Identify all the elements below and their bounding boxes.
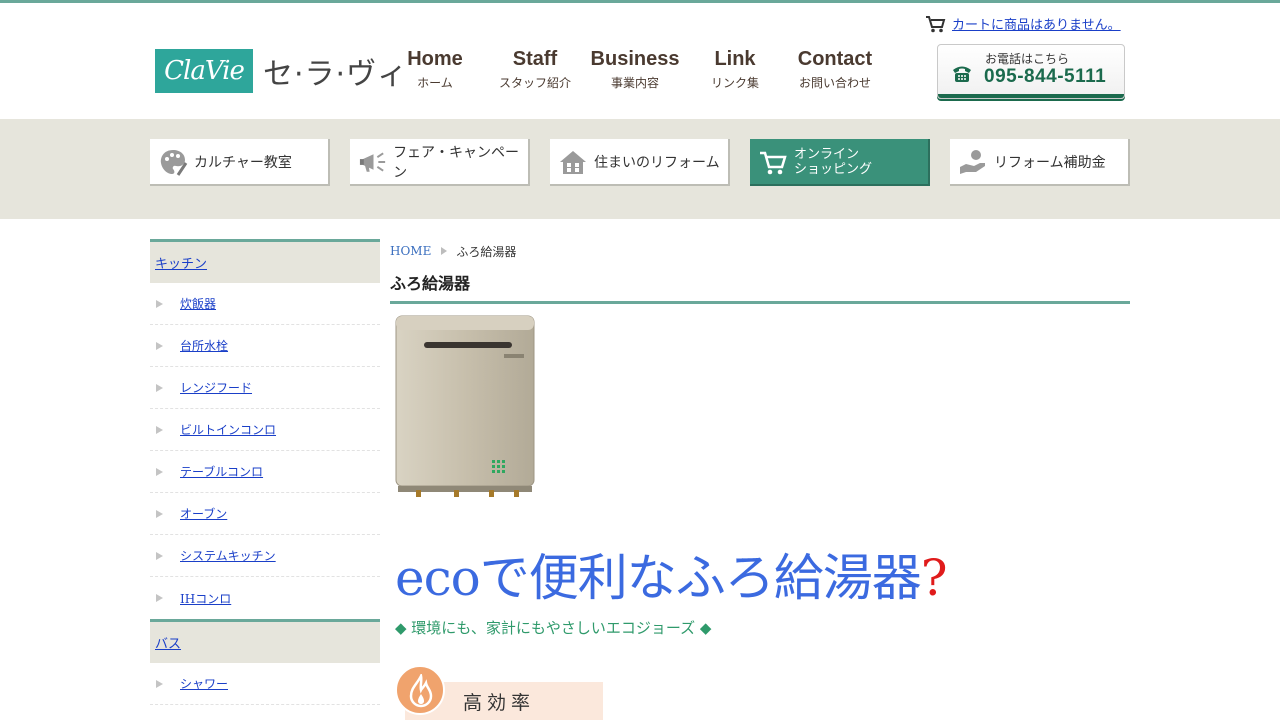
megaphone-icon bbox=[359, 151, 386, 172]
sidebar-heading-link[interactable]: バス bbox=[155, 633, 181, 652]
headline: ecoで便利なふろ給湯器? bbox=[395, 538, 948, 610]
category-label: オンライン ショッピング bbox=[794, 146, 873, 177]
category-reform-subsidy[interactable]: リフォーム補助金 bbox=[950, 139, 1130, 186]
sidebar-item: シャワー bbox=[150, 663, 380, 705]
arrow-right-icon bbox=[156, 551, 163, 560]
top-accent-rule bbox=[0, 0, 1280, 3]
cart-link[interactable]: カートに商品はありません。 bbox=[952, 14, 1121, 33]
breadcrumb-arrow-icon bbox=[441, 247, 448, 255]
breadcrumb-home[interactable]: HOME bbox=[390, 244, 431, 258]
cart-icon bbox=[926, 15, 946, 32]
sidebar-item: ビルトインコンロ bbox=[150, 409, 380, 451]
telephone-icon bbox=[953, 66, 971, 82]
sidebar-item-link[interactable]: 台所水栓 bbox=[180, 337, 228, 354]
sidebar: キッチン 炊飯器 台所水栓 レンジフード ビルトインコンロ テーブルコンロ オー… bbox=[150, 239, 380, 705]
nav-label-ja: 事業内容 bbox=[610, 76, 659, 90]
category-culture-class[interactable]: カルチャー教室 bbox=[150, 139, 330, 186]
flame-icon bbox=[409, 674, 433, 708]
sidebar-item: 炊飯器 bbox=[150, 283, 380, 325]
sidebar-item-link[interactable]: レンジフード bbox=[180, 379, 252, 396]
breadcrumb: HOME ふろ給湯器 bbox=[390, 240, 1130, 262]
phone-number: 095-844-5111 bbox=[984, 66, 1107, 87]
site-logo[interactable]: ClaVie セ·ラ·ヴィ bbox=[155, 49, 408, 93]
nav-label-ja: リンク集 bbox=[710, 76, 759, 90]
phone-banner[interactable]: お電話はこちら 095-844-5111 bbox=[937, 44, 1125, 99]
sidebar-heading-kitchen: キッチン bbox=[150, 239, 380, 283]
page-title: ふろ給湯器 bbox=[390, 270, 1130, 304]
cart-status: カートに商品はありません。 bbox=[925, 14, 1121, 33]
sidebar-heading-bath: バス bbox=[150, 619, 380, 663]
nav-home[interactable]: Home ホーム bbox=[385, 46, 485, 94]
nav-contact[interactable]: Contact お問い合わせ bbox=[785, 46, 885, 94]
nav-label-ja: ホーム bbox=[417, 76, 453, 90]
nav-label-ja: お問い合わせ bbox=[798, 76, 871, 90]
arrow-right-icon bbox=[156, 509, 163, 518]
house-icon bbox=[560, 150, 586, 174]
palette-icon bbox=[160, 149, 188, 176]
sidebar-item-link[interactable]: テーブルコンロ bbox=[180, 463, 263, 480]
sidebar-item: システムキッチン bbox=[150, 535, 380, 577]
breadcrumb-current: ふろ給湯器 bbox=[456, 244, 517, 259]
nav-label-ja: スタッフ紹介 bbox=[498, 76, 571, 90]
badge-label: 高効率 bbox=[463, 692, 536, 714]
arrow-right-icon bbox=[156, 425, 163, 434]
category-label: リフォーム補助金 bbox=[994, 154, 1106, 171]
sidebar-heading-link[interactable]: キッチン bbox=[155, 253, 207, 272]
sidebar-item: テーブルコンロ bbox=[150, 451, 380, 493]
phone-caption: お電話はこちら bbox=[985, 52, 1070, 66]
category-home-reform[interactable]: 住まいのリフォーム bbox=[550, 139, 730, 186]
nav-label-en: Business bbox=[590, 48, 680, 70]
nav-link[interactable]: Link リンク集 bbox=[685, 46, 785, 94]
nav-business[interactable]: Business 事業内容 bbox=[585, 46, 685, 94]
arrow-right-icon bbox=[156, 299, 163, 308]
sidebar-item-link[interactable]: システムキッチン bbox=[180, 547, 276, 564]
nav-label-en: Contact bbox=[797, 48, 873, 70]
nav-label-en: Link bbox=[714, 48, 756, 70]
nav-staff[interactable]: Staff スタッフ紹介 bbox=[485, 46, 585, 94]
main-content: HOME ふろ給湯器 ふろ給湯器 ecoで便利なふろ給湯器? ◆ 環境にも、家計… bbox=[390, 240, 1130, 720]
arrow-right-icon bbox=[156, 341, 163, 350]
category-fair-campaign[interactable]: フェア・キャンペーン bbox=[350, 139, 530, 186]
feature-badge: 高効率 bbox=[395, 665, 603, 720]
global-nav: Home ホーム Staff スタッフ紹介 Business 事業内容 Link… bbox=[385, 46, 885, 94]
category-label: 住まいのリフォーム bbox=[594, 154, 720, 171]
category-label: カルチャー教室 bbox=[194, 154, 292, 171]
category-label: フェア・キャンペーン bbox=[393, 144, 520, 181]
hand-money-icon bbox=[960, 149, 985, 174]
nav-label-en: Staff bbox=[512, 48, 558, 70]
sidebar-item: レンジフード bbox=[150, 367, 380, 409]
sidebar-item: オーブン bbox=[150, 493, 380, 535]
water-heater-product-image bbox=[395, 315, 535, 497]
sidebar-item-link[interactable]: シャワー bbox=[180, 675, 228, 692]
arrow-right-icon bbox=[156, 594, 163, 602]
sidebar-item: IHコンロ bbox=[150, 577, 380, 619]
sidebar-item-link[interactable]: オーブン bbox=[180, 505, 227, 522]
subheadline: ◆ 環境にも、家計にもやさしいエコジョーズ ◆ bbox=[395, 619, 712, 637]
arrow-right-icon bbox=[156, 679, 163, 688]
category-band: カルチャー教室 フェア・キャンペーン 住まいのリフォーム オンライン ショッピン… bbox=[0, 119, 1280, 219]
category-online-shopping[interactable]: オンライン ショッピング bbox=[750, 139, 930, 186]
arrow-right-icon bbox=[156, 383, 163, 392]
sidebar-item-link[interactable]: 炊飯器 bbox=[180, 295, 216, 312]
sidebar-item-link[interactable]: IHコンロ bbox=[180, 590, 231, 607]
sidebar-item: 台所水栓 bbox=[150, 325, 380, 367]
arrow-right-icon bbox=[156, 467, 163, 476]
phone-underline bbox=[938, 94, 1124, 98]
nav-label-en: Home bbox=[407, 48, 463, 70]
sidebar-item-link[interactable]: ビルトインコンロ bbox=[180, 421, 276, 438]
cart-icon bbox=[760, 151, 787, 174]
headline-question-mark: ? bbox=[920, 549, 948, 607]
headline-text: ecoで便利なふろ給湯器 bbox=[395, 549, 922, 607]
logo-mark: ClaVie bbox=[155, 49, 253, 93]
